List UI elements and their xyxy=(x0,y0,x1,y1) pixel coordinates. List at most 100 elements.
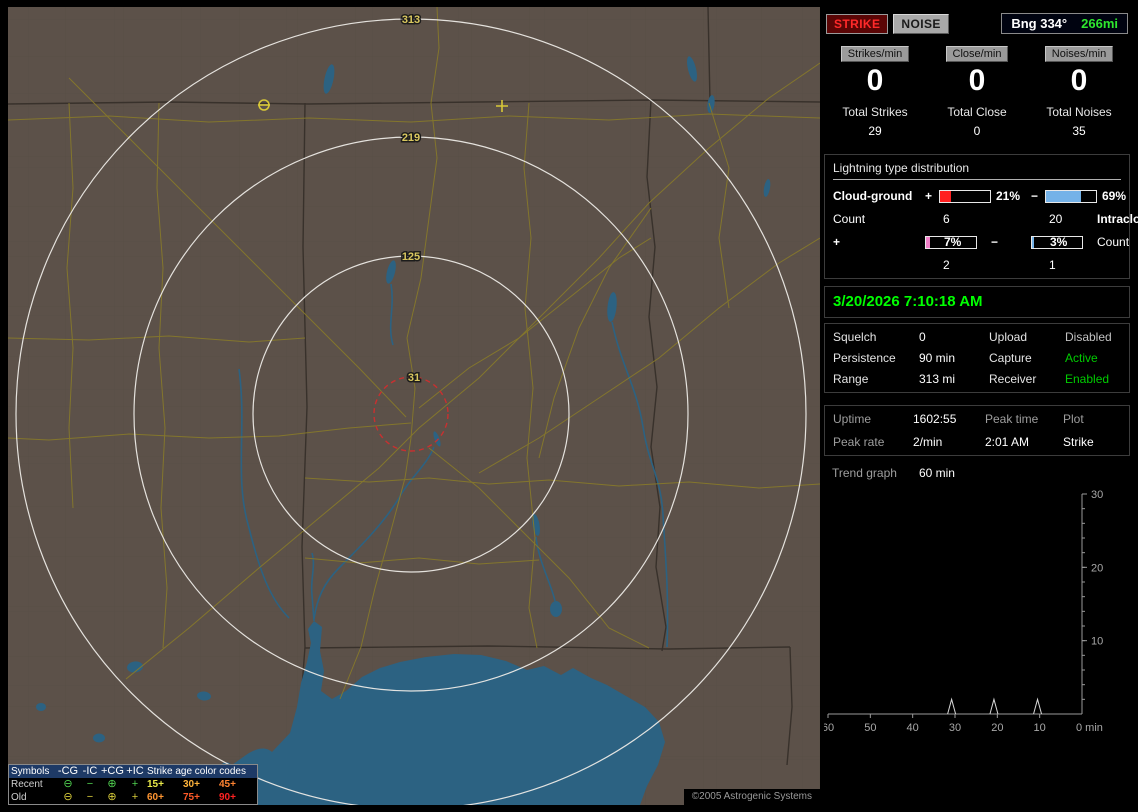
cg-minus-sign: − xyxy=(1031,189,1039,203)
svg-text:60: 60 xyxy=(824,722,834,734)
old-neg-ic-icon: − xyxy=(86,791,94,803)
recent-neg-ic-icon: − xyxy=(86,778,94,790)
svg-text:10: 10 xyxy=(1034,722,1046,734)
total-noises-value: 35 xyxy=(1072,124,1086,138)
rate-col-strikes: Strikes/min 0 Total Strikes 29 xyxy=(824,44,926,138)
strikes-per-min-badge: Strikes/min xyxy=(840,46,910,62)
sidebar-topbar: STRIKE NOISE Bng 334° 266mi xyxy=(824,7,1130,42)
copyright-notice: ©2005 Astrogenic Systems xyxy=(683,789,820,805)
close-per-min-badge: Close/min xyxy=(945,46,1009,62)
old-pos-cg-icon: ⊕ xyxy=(107,791,117,803)
ic-negative-bar-fill xyxy=(1032,236,1034,248)
age-45: 45+ xyxy=(219,779,236,790)
total-strikes-value: 29 xyxy=(868,124,882,138)
legend-col-neg-cg: -CG xyxy=(57,765,79,777)
peak-rate-value: 2/min xyxy=(913,435,943,449)
range-label: Range xyxy=(833,372,869,386)
ic-positive-bar-fill xyxy=(926,236,930,248)
settings-grid: Squelch 0 Upload Disabled Persistence 90… xyxy=(833,330,1121,386)
cg-negative-pct: 69% xyxy=(1102,189,1127,203)
upload-label: Upload xyxy=(989,330,1028,344)
svg-text:30: 30 xyxy=(949,722,961,734)
recent-neg-cg-icon: ⊖ xyxy=(63,778,73,790)
cg-positive-bar xyxy=(939,189,991,203)
total-strikes-label: Total Strikes xyxy=(842,105,908,119)
cg-negative-bar-fill xyxy=(1046,190,1081,202)
noise-mode-button[interactable]: NOISE xyxy=(893,13,949,34)
age-60: 60+ xyxy=(147,792,164,803)
distribution-grid: Cloud-ground + 21% − 69% Count 6 20 Intr… xyxy=(833,189,1138,272)
status-grid: Uptime 1602:55 Peak time Plot Peak rate … xyxy=(833,412,1121,449)
cg-negative-bar xyxy=(1045,189,1097,203)
peak-rate-label: Peak rate xyxy=(833,435,885,449)
svg-text:50: 50 xyxy=(864,722,876,734)
legend-age-header: Strike age color codes xyxy=(147,766,246,777)
svg-text:20: 20 xyxy=(991,722,1003,734)
map-canvas[interactable]: 313 219 125 31 xyxy=(8,7,820,805)
bearing-distance: 266mi xyxy=(1081,16,1118,31)
total-close-label: Total Close xyxy=(947,105,1007,119)
rate-col-noises: Noises/min 0 Total Noises 35 xyxy=(1028,44,1130,138)
strike-mode-button[interactable]: STRIKE xyxy=(826,13,889,34)
recent-pos-ic-icon: + xyxy=(131,778,139,790)
age-15: 15+ xyxy=(147,779,164,790)
svg-text:40: 40 xyxy=(907,722,919,734)
map-legend: Symbols -CG -IC +CG +IC Strike age color… xyxy=(8,764,258,805)
uptime-value: 1602:55 xyxy=(913,412,957,426)
uptime-label: Uptime xyxy=(833,412,872,426)
distribution-title: Lightning type distribution xyxy=(833,161,1121,180)
ring-label-219: 219 xyxy=(402,132,420,144)
legend-recent-row: Recent ⊖ − ⊕ + 15+ 30+ 45+ xyxy=(9,778,257,791)
rate-col-close: Close/min 0 Total Close 0 xyxy=(926,44,1028,138)
trend-graph: 30 20 10 60 50 40 30 20 10 0 min xyxy=(822,486,1130,747)
trend-graph-header: Trend graph 60 min xyxy=(824,456,1130,482)
noises-per-min-badge: Noises/min xyxy=(1044,46,1114,62)
close-per-min-value: 0 xyxy=(968,64,986,97)
old-pos-ic-icon: + xyxy=(131,791,139,803)
cg-positive-bar-fill xyxy=(940,190,951,202)
legend-old-row: Old ⊖ − ⊕ + 60+ 75+ 90+ xyxy=(9,791,257,804)
legend-header-row: Symbols -CG -IC +CG +IC Strike age color… xyxy=(9,765,257,778)
plot-value: Strike xyxy=(1063,435,1094,449)
legend-recent-label: Recent xyxy=(11,779,43,790)
legend-symbols-header: Symbols xyxy=(11,766,50,777)
receiver-label: Receiver xyxy=(989,372,1037,386)
strike-map[interactable]: 313 219 125 31 Symbols -CG -IC +CG +IC S… xyxy=(8,7,820,805)
ic-minus-sign: − xyxy=(991,235,999,249)
receiver-status: Enabled xyxy=(1065,372,1110,386)
svg-text:10: 10 xyxy=(1091,636,1103,648)
squelch-value: 0 xyxy=(919,330,926,344)
age-75: 75+ xyxy=(183,792,200,803)
squelch-label: Squelch xyxy=(833,330,877,344)
trend-window-value: 60 min xyxy=(918,466,955,480)
legend-col-pos-ic: +IC xyxy=(126,765,144,777)
lightning-distribution-panel: Lightning type distribution Cloud-ground… xyxy=(824,154,1138,279)
age-30: 30+ xyxy=(183,779,200,790)
settings-panel: Squelch 0 Upload Disabled Persistence 90… xyxy=(824,323,1130,393)
intracloud-label: Intracloud xyxy=(1097,212,1138,226)
strikes-per-min-value: 0 xyxy=(866,64,884,97)
clock-panel: 3/20/2026 7:10:18 AM xyxy=(824,286,1130,318)
legend-old-label: Old xyxy=(11,792,27,803)
cg-count-label: Count xyxy=(833,212,866,226)
cloud-ground-label: Cloud-ground xyxy=(833,189,913,203)
cg-positive-count: 6 xyxy=(943,212,950,226)
cg-negative-count: 20 xyxy=(1049,212,1063,226)
legend-col-neg-ic: -IC xyxy=(82,765,98,777)
bearing-value: Bng 334° xyxy=(1011,16,1068,31)
svg-text:0 min: 0 min xyxy=(1076,722,1103,734)
cg-positive-pct: 21% xyxy=(996,189,1021,203)
legend-col-pos-cg: +CG xyxy=(101,765,124,777)
recent-pos-cg-icon: ⊕ xyxy=(107,778,117,790)
trend-graph-canvas: 30 20 10 60 50 40 30 20 10 0 min xyxy=(822,489,1103,734)
datetime-display: 3/20/2026 7:10:18 AM xyxy=(833,293,983,310)
old-neg-cg-icon: ⊖ xyxy=(63,791,73,803)
ring-label-125: 125 xyxy=(402,251,420,263)
ic-negative-pct: 3% xyxy=(1050,235,1068,249)
upload-status: Disabled xyxy=(1065,330,1112,344)
peak-time-value: 2:01 AM xyxy=(985,435,1030,449)
trend-graph-label: Trend graph xyxy=(832,466,897,480)
ic-positive-pct: 7% xyxy=(944,235,962,249)
cg-plus-sign: + xyxy=(925,189,933,203)
ic-plus-sign: + xyxy=(833,235,841,249)
